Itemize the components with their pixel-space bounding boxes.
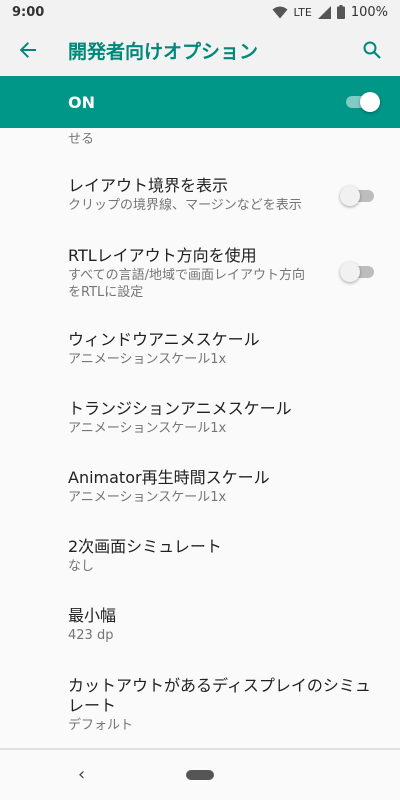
- master-switch-label: ON: [68, 92, 95, 112]
- status-bar: 9:00 LTE 100%: [0, 0, 400, 24]
- settings-list: せる レイアウト境界を表示 クリップの境界線、マージンなどを表示 RTLレイアウ…: [0, 128, 400, 748]
- back-button[interactable]: [0, 24, 56, 76]
- item-title: 最小幅: [68, 606, 117, 625]
- switch-thumb: [340, 186, 360, 206]
- search-button[interactable]: [344, 24, 400, 76]
- show-layout-bounds-switch[interactable]: [340, 186, 376, 206]
- wifi-icon: [272, 6, 288, 18]
- setting-force-rtl[interactable]: RTLレイアウト方向を使用 すべての言語/地域で画面レイアウト方向をRTLに設定: [0, 246, 400, 301]
- item-summary: アニメーションスケール1x: [68, 421, 227, 436]
- switch-thumb: [340, 262, 360, 282]
- setting-show-layout-bounds[interactable]: レイアウト境界を表示 クリップの境界線、マージンなどを表示: [0, 176, 400, 214]
- setting-display-cutout[interactable]: カットアウトがあるディスプレイのシミュレート デフォルト: [0, 676, 400, 734]
- page-title: 開発者向けオプション: [68, 40, 259, 63]
- setting-secondary-display[interactable]: 2次画面シミュレート なし: [0, 537, 400, 575]
- search-icon: [363, 41, 381, 59]
- item-summary: アニメーションスケール1x: [68, 490, 227, 505]
- item-title: レイアウト境界を表示: [68, 176, 229, 195]
- item-title: カットアウトがあるディスプレイのシミュレート: [68, 676, 371, 715]
- force-rtl-switch[interactable]: [340, 262, 376, 282]
- network-type: LTE: [293, 5, 312, 19]
- app-bar: 開発者向けオプション: [0, 24, 400, 76]
- navigation-bar: ‹: [0, 750, 400, 800]
- home-pill-icon[interactable]: [186, 770, 214, 780]
- item-summary: デフォルト: [68, 718, 134, 733]
- item-title: 2次画面シミュレート: [68, 537, 222, 556]
- partial-item-summary: せる: [68, 132, 95, 147]
- setting-smallest-width[interactable]: 最小幅 423 dp: [0, 606, 400, 644]
- item-title: トランジションアニメスケール: [68, 399, 292, 418]
- battery-percent: 100%: [350, 4, 388, 20]
- setting-transition-animation-scale[interactable]: トランジションアニメスケール アニメーションスケール1x: [0, 399, 400, 437]
- item-title: RTLレイアウト方向を使用: [68, 246, 257, 265]
- item-summary: アニメーションスケール1x: [68, 352, 227, 367]
- status-time: 9:00: [12, 4, 45, 20]
- item-summary: なし: [68, 559, 95, 574]
- master-switch-bar[interactable]: ON: [0, 76, 400, 128]
- nav-back-icon[interactable]: ‹: [78, 764, 85, 785]
- switch-thumb: [360, 92, 380, 112]
- setting-window-animation-scale[interactable]: ウィンドウアニメスケール アニメーションスケール1x: [0, 330, 400, 368]
- item-summary: クリップの境界線、マージンなどを表示: [68, 198, 302, 213]
- master-switch[interactable]: [344, 92, 380, 112]
- item-title: ウィンドウアニメスケール: [68, 330, 260, 349]
- battery-icon: [336, 5, 345, 19]
- setting-animator-duration-scale[interactable]: Animator再生時間スケール アニメーションスケール1x: [0, 468, 400, 506]
- status-icons: LTE 100%: [272, 5, 388, 20]
- signal-icon: [317, 5, 331, 19]
- item-summary: 423 dp: [68, 628, 114, 643]
- arrow-back-icon: [19, 42, 36, 58]
- item-summary: すべての言語/地域で画面レイアウト方向をRTLに設定: [68, 268, 305, 300]
- item-title: Animator再生時間スケール: [68, 468, 270, 487]
